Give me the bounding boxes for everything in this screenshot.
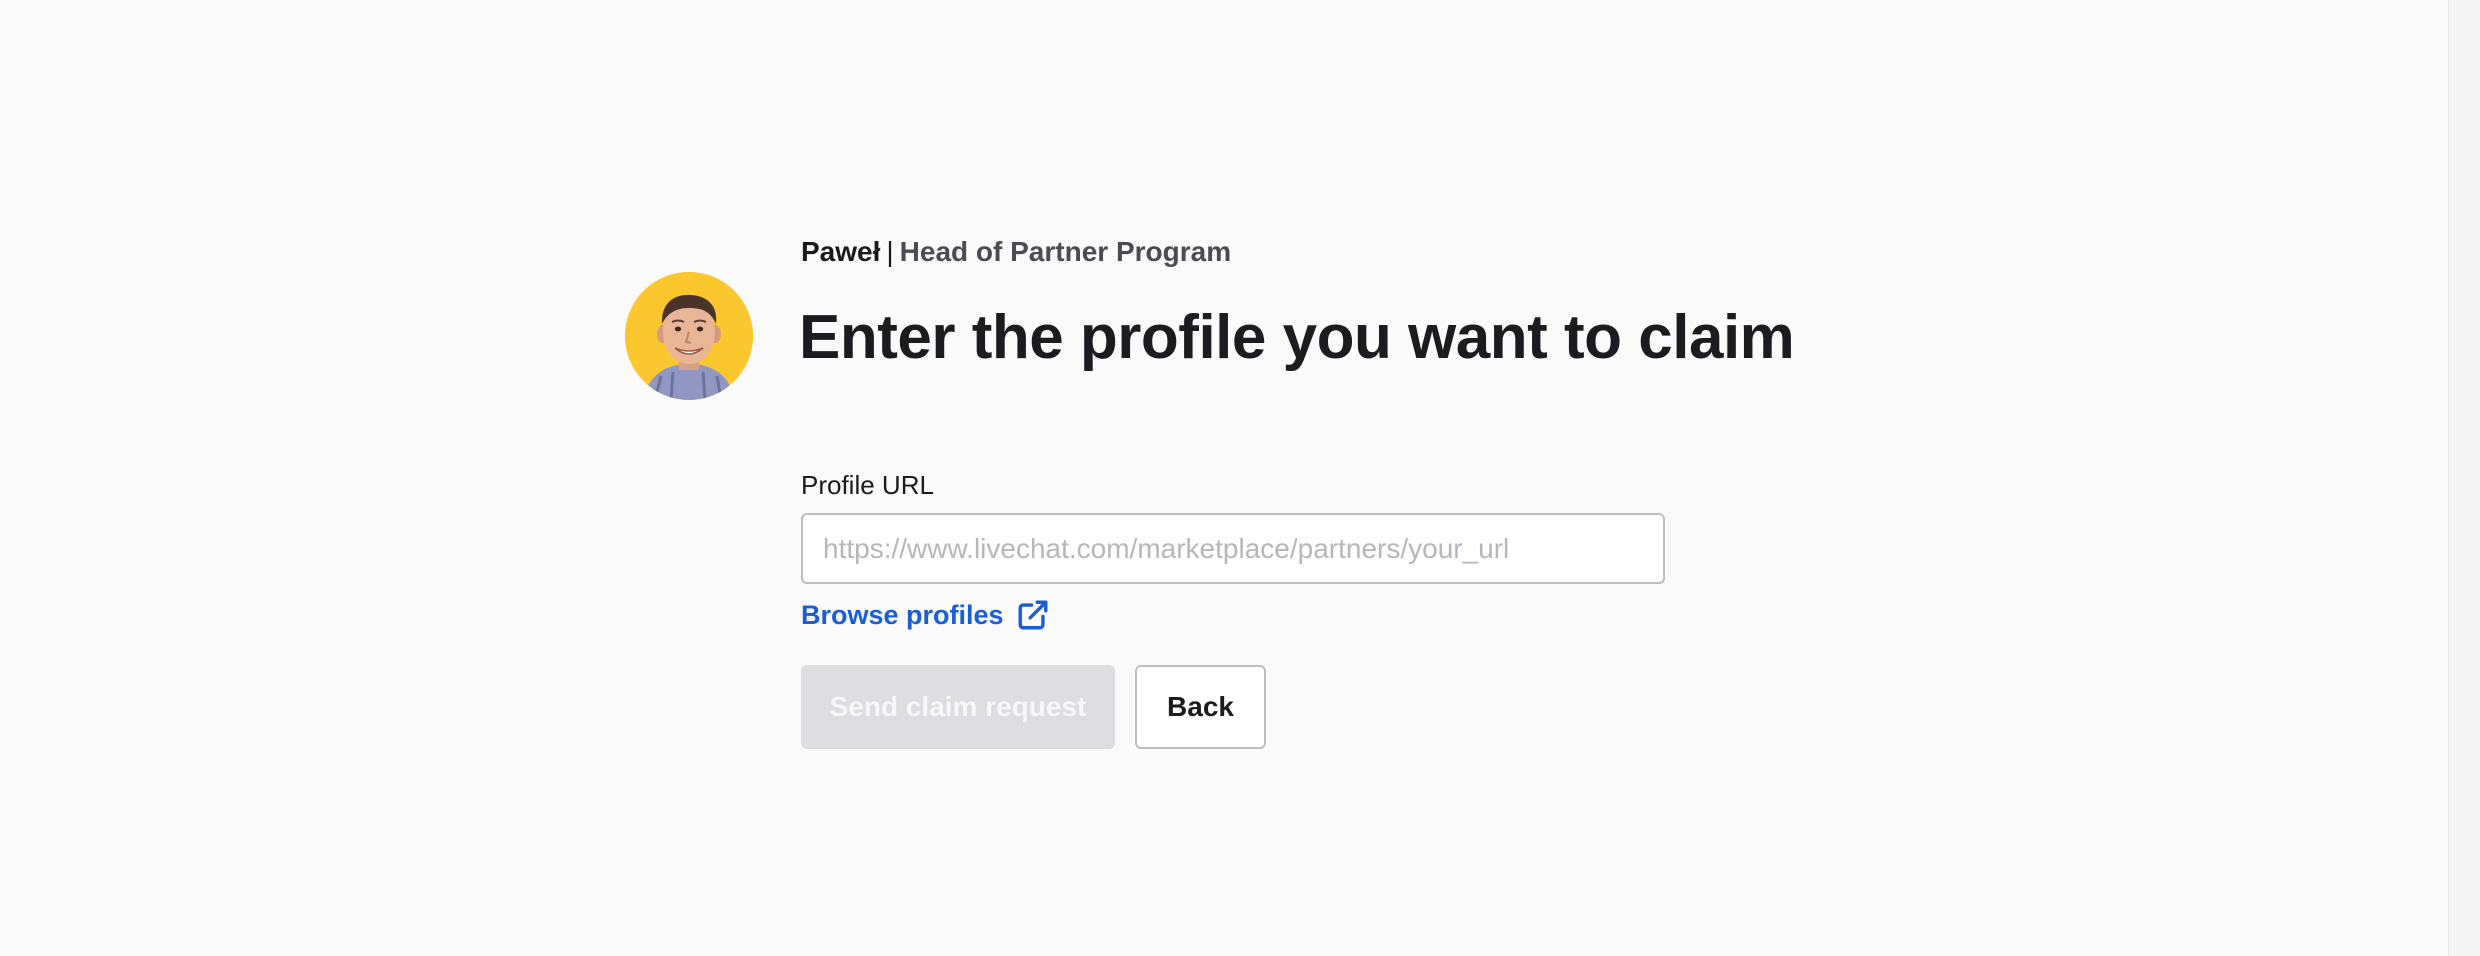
page-scroll-edge xyxy=(2448,0,2480,956)
author-name: Paweł xyxy=(801,236,881,267)
send-claim-request-button[interactable]: Send claim request xyxy=(801,665,1115,749)
author-role: Head of Partner Program xyxy=(899,236,1232,267)
browse-profiles-label: Browse profiles xyxy=(801,599,1004,630)
back-button[interactable]: Back xyxy=(1135,665,1266,749)
external-link-icon xyxy=(1016,598,1050,632)
person-avatar-icon xyxy=(625,272,753,400)
avatar xyxy=(625,272,753,400)
author-byline: Paweł | Head of Partner Program xyxy=(801,234,1231,270)
page-title: Enter the profile you want to claim xyxy=(799,303,1795,372)
byline-separator: | xyxy=(886,236,894,267)
profile-url-label: Profile URL xyxy=(801,470,934,500)
browse-profiles-link[interactable]: Browse profiles xyxy=(801,595,1050,635)
profile-url-input[interactable] xyxy=(801,513,1665,584)
